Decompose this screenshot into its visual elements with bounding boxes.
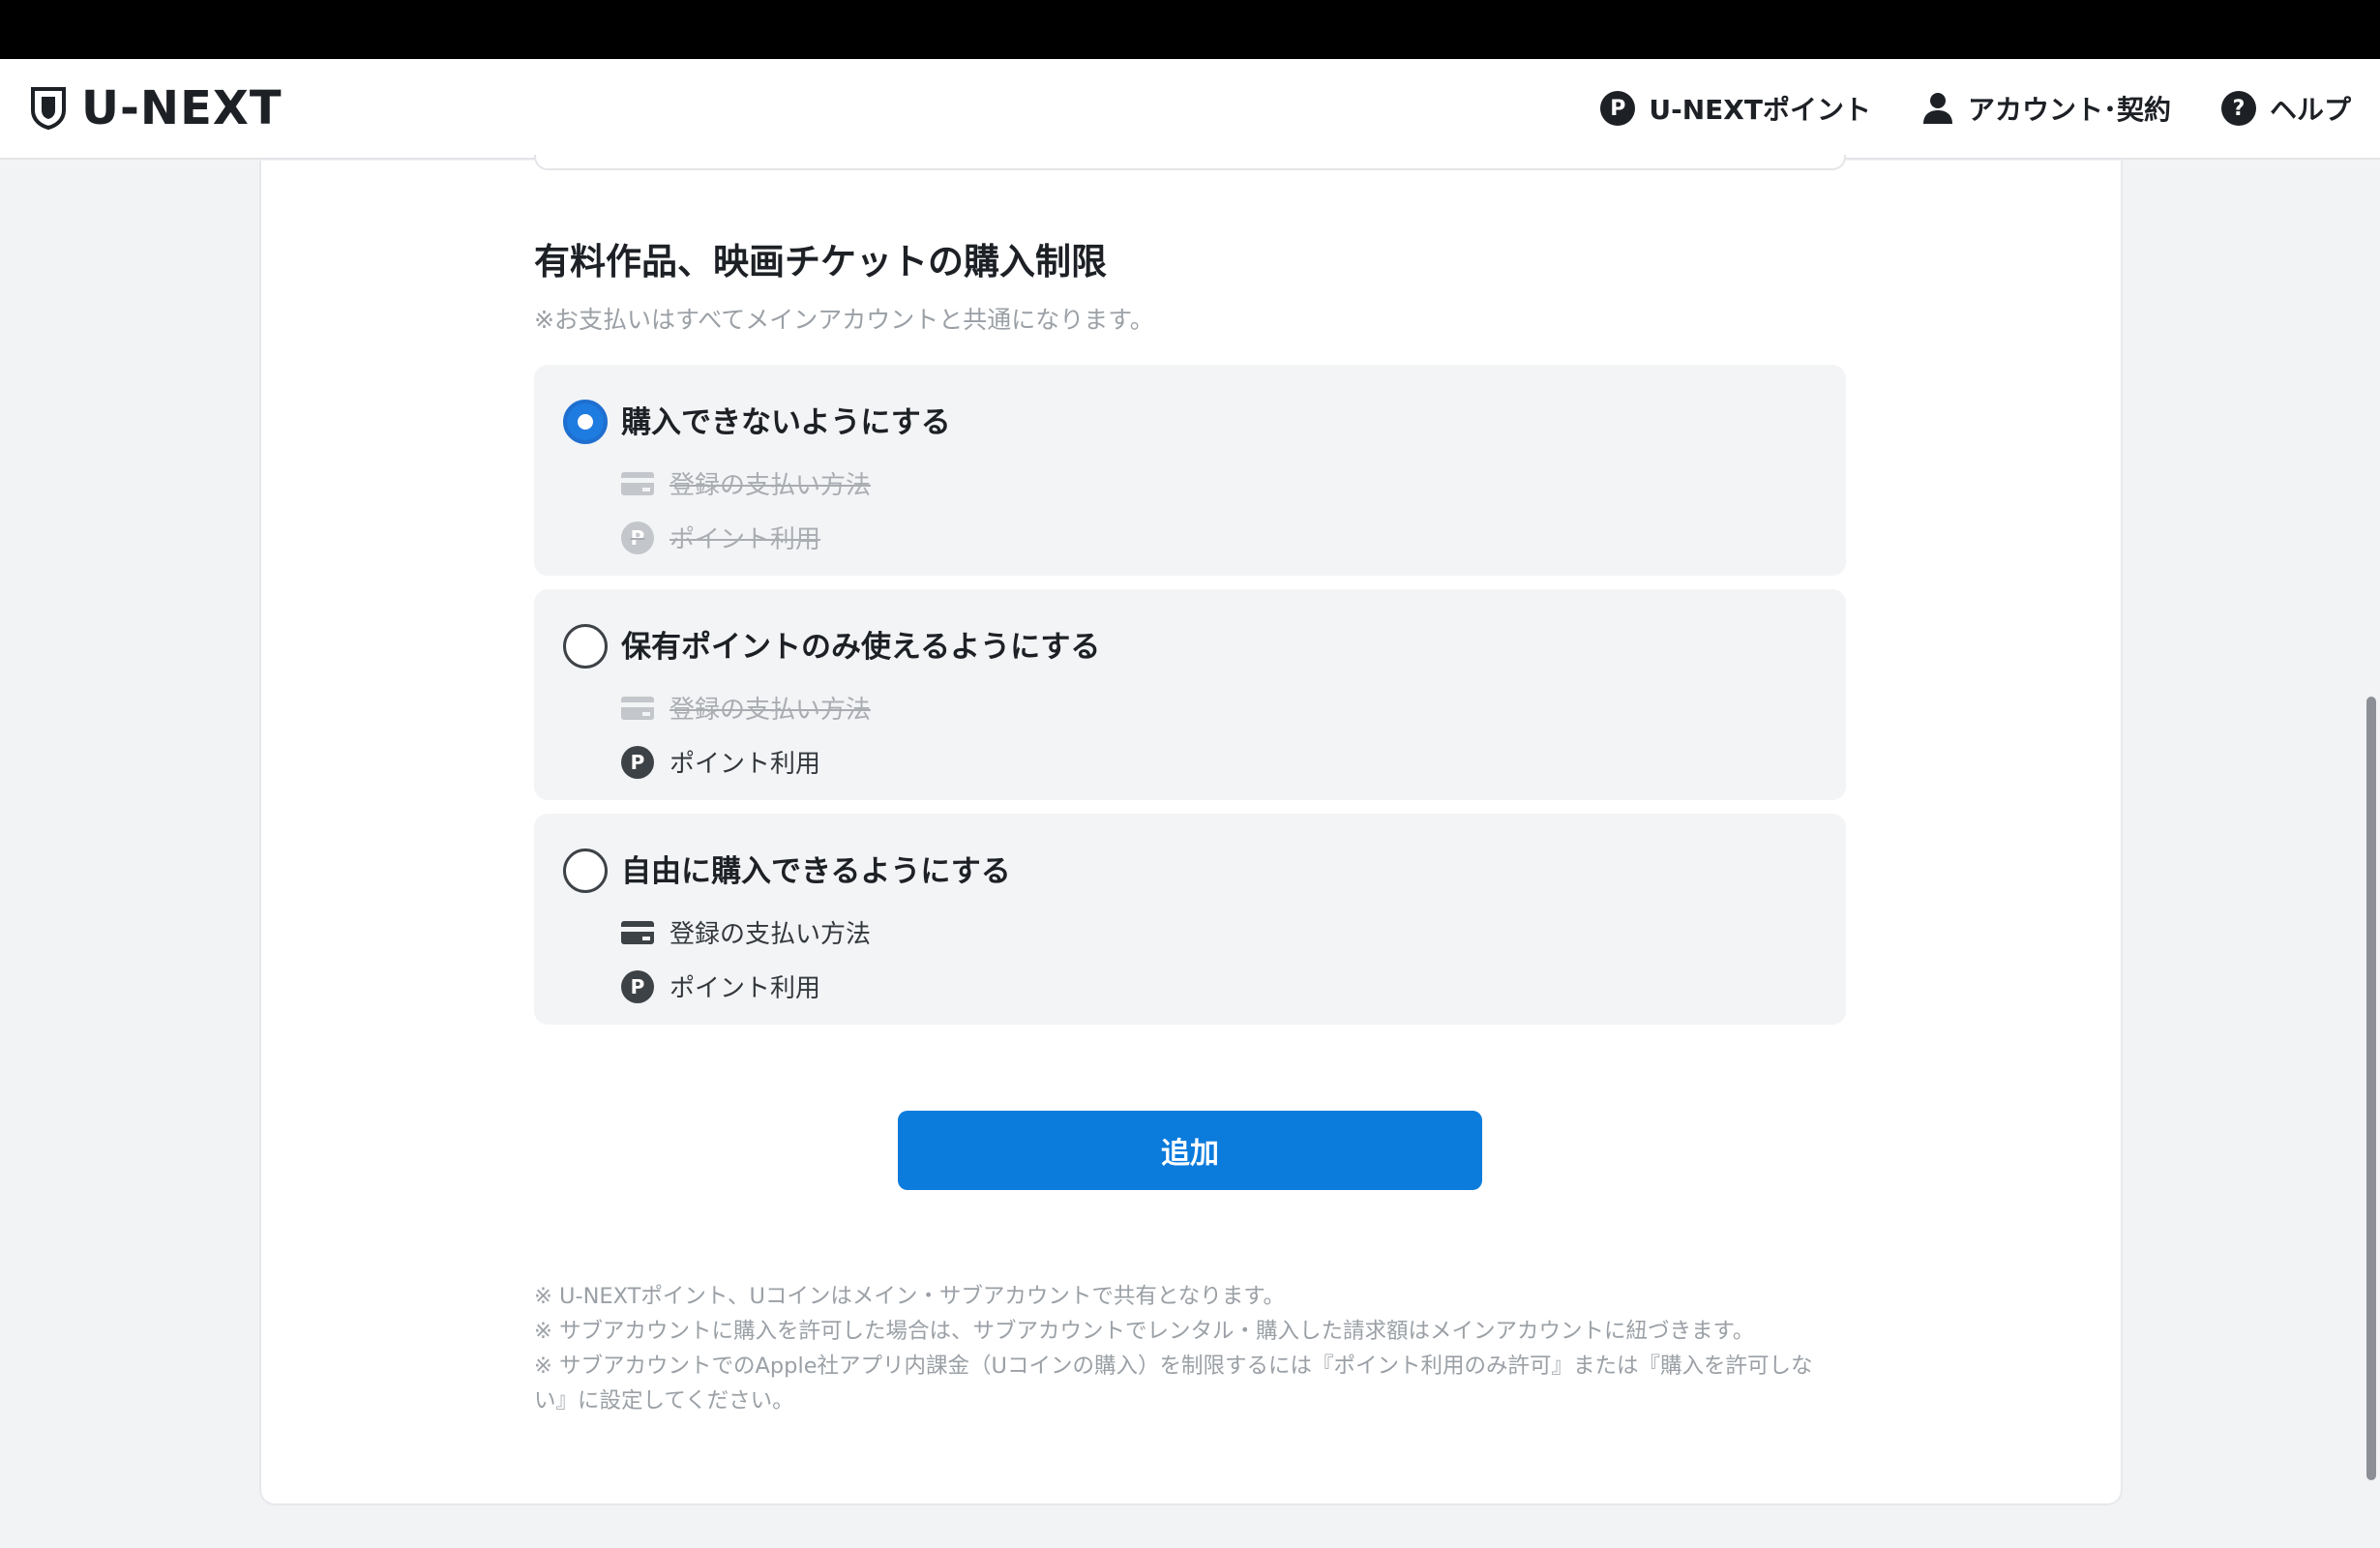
point-icon: P xyxy=(621,521,654,554)
credit-card-icon xyxy=(621,471,654,495)
shield-logo-icon xyxy=(31,87,66,130)
credit-card-icon xyxy=(621,696,654,720)
point-usage-enabled: P ポイント利用 xyxy=(621,744,820,780)
point-usage-label: ポイント利用 xyxy=(669,525,821,554)
footnote: ※ U-NEXTポイント、Uコインはメイン・サブアカウントで共有となります。 xyxy=(534,1284,1285,1309)
payment-method-label: 登録の支払い方法 xyxy=(669,471,872,500)
point-icon: P xyxy=(621,745,654,779)
section-title: 有料作品、映画チケットの購入制限 xyxy=(534,241,1107,283)
point-icon: P xyxy=(621,969,654,1003)
help-icon: ? xyxy=(2220,91,2256,126)
nav-points-label: U-NEXTポイント xyxy=(1649,94,1871,126)
user-icon xyxy=(1922,93,1952,124)
payment-method-label: 登録の支払い方法 xyxy=(669,920,872,949)
add-button[interactable]: 追加 xyxy=(898,1111,1482,1190)
point-usage-label: ポイント利用 xyxy=(669,974,821,1003)
point-icon: P xyxy=(1600,91,1636,126)
point-usage-disabled: P ポイント利用 xyxy=(621,520,820,555)
option-points-only[interactable]: 保有ポイントのみ使えるようにする 登録の支払い方法 P ポイント利用 xyxy=(534,589,1846,800)
site-header: U-NEXT P U-NEXTポイント アカウント･契約 ? ヘルプ xyxy=(0,59,2380,160)
option-label: 購入できないようにする xyxy=(621,405,951,440)
option-label: 自由に購入できるようにする xyxy=(621,854,1011,889)
radio-button-selected[interactable] xyxy=(563,400,608,444)
credit-card-icon xyxy=(621,920,654,944)
previous-section-box xyxy=(534,155,1846,170)
option-no-purchase[interactable]: 購入できないようにする 登録の支払い方法 P ポイント利用 xyxy=(534,365,1846,576)
nav-help[interactable]: ? ヘルプ xyxy=(2220,89,2351,128)
footnote: ※ サブアカウントでのApple社アプリ内課金（Uコインの購入）を制限するには『… xyxy=(534,1354,1813,1414)
radio-button[interactable] xyxy=(563,848,608,893)
payment-method-enabled: 登録の支払い方法 xyxy=(621,914,871,950)
nav-account-label: アカウント･契約 xyxy=(1967,94,2171,126)
nav-help-label: ヘルプ xyxy=(2269,94,2351,126)
footnotes: ※ U-NEXTポイント、Uコインはメイン・サブアカウントで共有となります。 ※… xyxy=(534,1279,1830,1418)
scrollbar[interactable] xyxy=(2366,161,2380,1548)
nav-points[interactable]: P U-NEXTポイント xyxy=(1600,89,1871,128)
logo[interactable]: U-NEXT xyxy=(29,81,283,135)
point-usage-label: ポイント利用 xyxy=(669,750,821,779)
payment-method-label: 登録の支払い方法 xyxy=(669,696,872,725)
nav-account[interactable]: アカウント･契約 xyxy=(1921,89,2171,128)
section-note: ※お支払いはすべてメインアカウントと共通になります。 xyxy=(534,306,1154,334)
option-label: 保有ポイントのみ使えるようにする xyxy=(621,630,1101,665)
logo-text: U-NEXT xyxy=(81,81,283,135)
point-usage-enabled: P ポイント利用 xyxy=(621,968,820,1004)
header-nav: P U-NEXTポイント アカウント･契約 ? ヘルプ xyxy=(1600,89,2351,128)
option-free-purchase[interactable]: 自由に購入できるようにする 登録の支払い方法 P ポイント利用 xyxy=(534,814,1846,1025)
window-top-bar xyxy=(0,0,2380,59)
scrollbar-thumb[interactable] xyxy=(2366,697,2376,1480)
radio-button[interactable] xyxy=(563,624,608,669)
footnote: ※ サブアカウントに購入を許可した場合は、サブアカウントでレンタル・購入した請求… xyxy=(534,1319,1755,1344)
payment-method-disabled: 登録の支払い方法 xyxy=(621,690,871,726)
payment-method-disabled: 登録の支払い方法 xyxy=(621,465,871,501)
